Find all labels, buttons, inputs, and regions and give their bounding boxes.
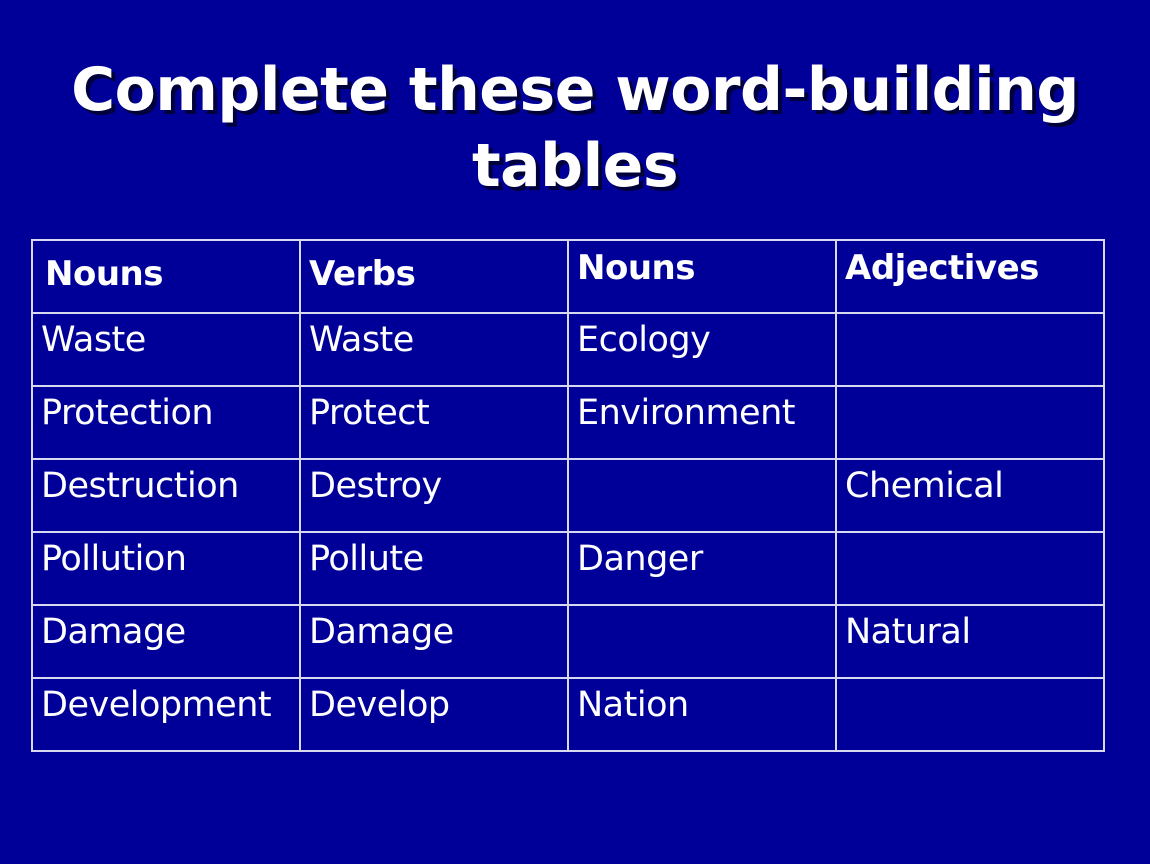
table-row: Pollution Pollute Danger: [31, 531, 1105, 606]
cell-adjective: Natural: [835, 604, 1105, 679]
cell-noun-2: Nation: [567, 677, 837, 752]
header-nouns-1: Nouns: [31, 239, 301, 314]
cell-noun: Waste: [31, 312, 301, 387]
slide-title-line-1: Complete these word-building: [71, 55, 1079, 125]
table-row: Development Develop Nation: [31, 677, 1105, 752]
cell-noun-2: [567, 458, 837, 533]
cell-noun: Development: [31, 677, 301, 752]
cell-adjective: Chemical: [835, 458, 1105, 533]
cell-verb: Waste: [299, 312, 569, 387]
cell-verb: Damage: [299, 604, 569, 679]
cell-noun: Pollution: [31, 531, 301, 606]
cell-noun-2: [567, 604, 837, 679]
cell-verb: Protect: [299, 385, 569, 460]
table-row: Destruction Destroy Chemical: [31, 458, 1105, 533]
slide-title: Complete these word-building tables: [0, 52, 1150, 204]
table-header-row: Nouns Verbs Nouns Adjectives: [31, 239, 1105, 314]
cell-noun-2: Ecology: [567, 312, 837, 387]
cell-verb: Develop: [299, 677, 569, 752]
cell-noun: Destruction: [31, 458, 301, 533]
word-building-table: Nouns Verbs Nouns Adjectives Waste Waste…: [31, 239, 1105, 752]
cell-verb: Pollute: [299, 531, 569, 606]
table-row: Protection Protect Environment: [31, 385, 1105, 460]
cell-noun-2: Environment: [567, 385, 837, 460]
table-row: Waste Waste Ecology: [31, 312, 1105, 387]
table-row: Damage Damage Natural: [31, 604, 1105, 679]
header-adjectives: Adjectives: [835, 239, 1105, 314]
cell-noun-2: Danger: [567, 531, 837, 606]
header-nouns-2: Nouns: [567, 239, 837, 314]
cell-adjective: [835, 385, 1105, 460]
header-verbs: Verbs: [299, 239, 569, 314]
cell-noun: Damage: [31, 604, 301, 679]
cell-verb: Destroy: [299, 458, 569, 533]
cell-adjective: [835, 531, 1105, 606]
cell-adjective: [835, 312, 1105, 387]
slide-title-line-2: tables: [471, 131, 679, 201]
cell-adjective: [835, 677, 1105, 752]
cell-noun: Protection: [31, 385, 301, 460]
